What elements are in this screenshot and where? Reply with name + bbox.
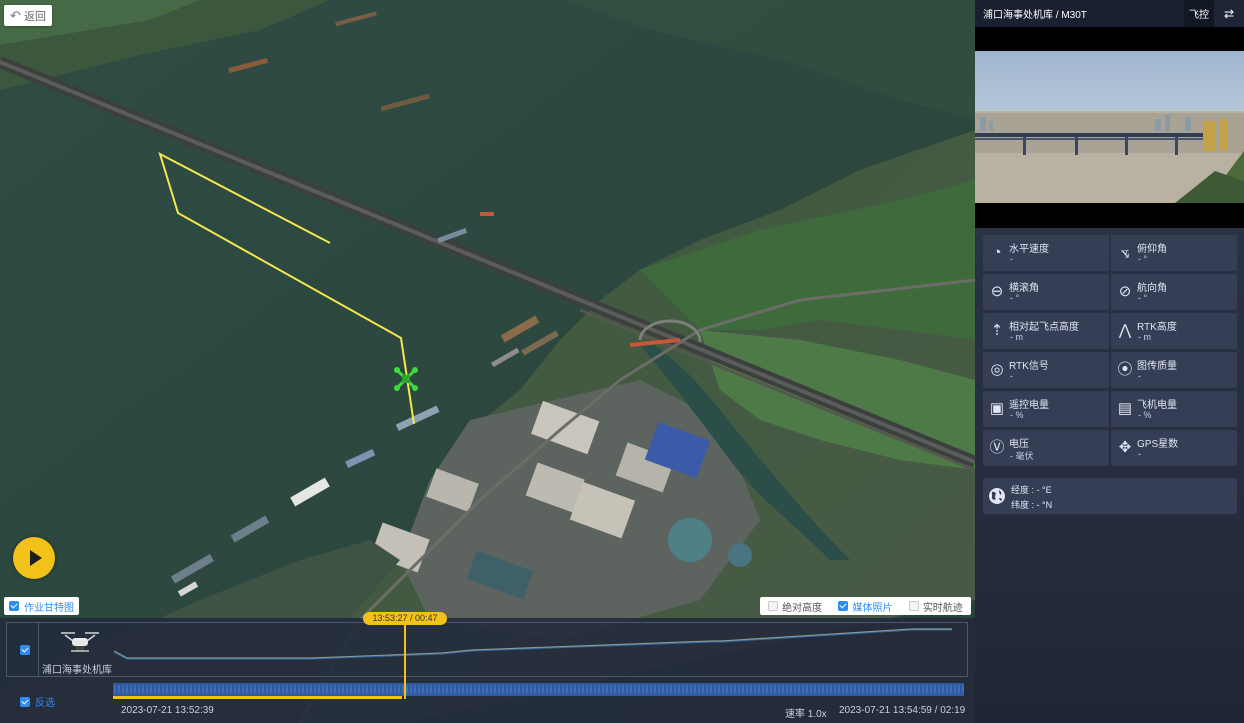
metric-label: RTK信号 <box>1009 361 1049 372</box>
timeline-drone-row: 浦口海事处机库 <box>6 622 968 677</box>
absolute-height-checkbox[interactable] <box>768 601 779 611</box>
option-absolute-height[interactable]: 绝对高度 <box>768 599 822 614</box>
rtk-signal-icon: ◎ <box>990 361 1004 378</box>
takeoff-height-icon: ⇡ <box>990 322 1004 339</box>
metric-value: - 毫伏 <box>1010 451 1034 461</box>
drone-name-label: 浦口海事处机库 <box>42 665 112 676</box>
metric-rtk-signal: ◎ RTK信号 - <box>983 352 1109 388</box>
invert-selection[interactable]: 反选 <box>20 694 55 709</box>
metric-transmission: ⦿ 图传质量 - <box>1111 352 1237 388</box>
gantt-label: 作业甘特图 <box>24 602 74 614</box>
option-media-photos[interactable]: 媒体照片 <box>838 599 892 614</box>
latitude-readout: 纬度 : - °N <box>1011 500 1053 510</box>
metric-value: - m <box>1138 332 1151 342</box>
metric-gps-satellites: ✥ GPS星数 - <box>1111 430 1237 466</box>
pitch-icon: ⦪ <box>1120 244 1130 261</box>
row-divider <box>38 623 39 676</box>
timeline-progress-bar[interactable] <box>113 683 964 700</box>
panel-header: 浦口海事处机库 / M30T 飞控 ⇄ <box>975 0 1244 27</box>
media-photos-checkbox[interactable] <box>838 601 849 611</box>
play-button[interactable] <box>13 537 55 579</box>
telemetry-area: ◔ 水平速度 - ⦪ 俯仰角 - ° ⊖ 横滚角 - ° ⊘ 航向角 - ° ⇡ <box>975 228 1244 723</box>
metric-label: 遥控电量 <box>1009 400 1049 411</box>
metric-label: RTK高度 <box>1137 322 1177 333</box>
longitude-readout: 经度 : - °E <box>1011 485 1052 495</box>
metric-label: 俯仰角 <box>1137 244 1167 255</box>
metric-value: - <box>1010 371 1013 381</box>
metric-value: - % <box>1010 410 1024 420</box>
back-button[interactable]: ↶ 返回 <box>4 5 52 26</box>
satellite-map[interactable]: ↶ 返回 作业甘特图 绝对高度 媒体照片 实时航迹 <box>0 0 975 723</box>
metric-label: 图传质量 <box>1137 361 1177 372</box>
metric-roll: ⊖ 横滚角 - ° <box>983 274 1109 310</box>
metric-heading: ⊘ 航向角 - ° <box>1111 274 1237 310</box>
end-time-label: 2023-07-21 13:54:59 / 02:19 <box>839 705 966 716</box>
metric-value: - m <box>1010 332 1023 342</box>
coordinates-card: 经度 : - °E 纬度 : - °N <box>983 478 1237 514</box>
progress-fill <box>113 696 402 699</box>
metric-label: 水平速度 <box>1009 244 1049 255</box>
cursor-time-badge: 13:53:27 / 00:47 <box>363 612 447 625</box>
metric-label: 横滚角 <box>1009 283 1039 294</box>
drone-battery-icon: ▤ <box>1117 400 1133 417</box>
drone-thumbnail-icon <box>61 632 99 652</box>
metric-takeoff-height: ⇡ 相对起飞点高度 - m <box>983 313 1109 349</box>
speedometer-icon: ◔ <box>992 244 1002 261</box>
start-time-label: 2023-07-21 13:52:39 <box>121 705 214 716</box>
roll-icon: ⊖ <box>990 283 1004 300</box>
metric-label: 相对起飞点高度 <box>1009 322 1079 333</box>
realtime-track-label: 实时航迹 <box>922 602 963 614</box>
transmission-icon: ⦿ <box>1117 361 1133 378</box>
satellite-icon: ✥ <box>1118 439 1132 456</box>
metric-label: 飞机电量 <box>1137 400 1177 411</box>
gantt-checkbox[interactable] <box>9 601 19 611</box>
metric-label: GPS星数 <box>1137 439 1179 450</box>
realtime-track-checkbox[interactable] <box>908 601 919 611</box>
playback-rate[interactable]: 速率 1.0x <box>785 705 827 720</box>
video-feed[interactable] <box>975 27 1244 228</box>
globe-icon <box>989 488 1005 504</box>
media-photos-label: 媒体照片 <box>852 602 893 614</box>
swap-view-icon[interactable]: ⇄ <box>1214 0 1244 27</box>
panel-title: 浦口海事处机库 / M30T <box>983 10 1087 21</box>
voltage-icon: Ⓥ <box>989 439 1005 456</box>
metric-rtk-height: ⋀ RTK高度 - m <box>1111 313 1237 349</box>
altitude-track-chart[interactable] <box>112 623 962 676</box>
timeline-cursor[interactable] <box>404 622 406 699</box>
option-realtime-track[interactable]: 实时航迹 <box>908 599 963 614</box>
video-frame <box>975 51 1244 203</box>
invert-checkbox[interactable] <box>20 696 30 707</box>
tab-flight-control[interactable]: 飞控 <box>1184 0 1214 27</box>
drone-marker-icon[interactable] <box>392 365 420 393</box>
metric-remote-battery: ▣ 遥控电量 - % <box>983 391 1109 427</box>
metric-value: - <box>1138 371 1141 381</box>
metric-label: 电压 <box>1009 439 1029 450</box>
rtk-height-icon: ⋀ <box>1118 322 1132 339</box>
metric-pitch: ⦪ 俯仰角 - ° <box>1111 235 1237 271</box>
back-arrow-icon: ↶ <box>10 7 21 23</box>
metric-value: - ° <box>1138 254 1148 264</box>
drone-row-checkbox[interactable] <box>20 645 30 655</box>
remote-battery-icon: ▣ <box>989 400 1005 417</box>
back-button-label: 返回 <box>23 10 46 23</box>
absolute-height-label: 绝对高度 <box>782 602 823 614</box>
play-icon <box>30 550 42 566</box>
metric-value: - <box>1010 254 1013 264</box>
metric-voltage: Ⓥ 电压 - 毫伏 <box>983 430 1109 466</box>
gantt-chart-toggle[interactable]: 作业甘特图 <box>4 597 79 615</box>
metric-label: 航向角 <box>1137 283 1167 294</box>
metric-drone-battery: ▤ 飞机电量 - % <box>1111 391 1237 427</box>
heading-icon: ⊘ <box>1118 283 1132 300</box>
metric-value: - ° <box>1010 293 1020 303</box>
metric-value: - <box>1138 449 1141 459</box>
flight-control-panel: 浦口海事处机库 / M30T 飞控 ⇄ ◔ 水平速度 - ⦪ 俯仰角 - ° ⊖… <box>975 0 1244 723</box>
invert-label: 反选 <box>35 698 55 709</box>
metric-horizontal-speed: ◔ 水平速度 - <box>983 235 1109 271</box>
layer-options: 绝对高度 媒体照片 实时航迹 <box>760 597 971 615</box>
metric-value: - % <box>1138 410 1152 420</box>
metric-value: - ° <box>1138 293 1148 303</box>
